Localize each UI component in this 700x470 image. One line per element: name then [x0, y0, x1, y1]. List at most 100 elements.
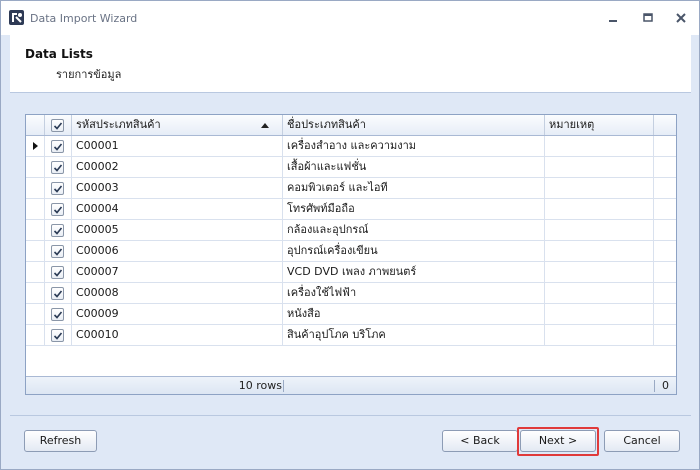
maximize-icon[interactable]: [640, 10, 656, 26]
cell-code[interactable]: C00001: [72, 136, 283, 156]
table-row[interactable]: C00008 เครื่องใช้ไฟฟ้า: [26, 283, 676, 304]
checkbox-checked-icon[interactable]: [51, 182, 64, 195]
row-select-cell[interactable]: [45, 136, 72, 156]
row-select-cell[interactable]: [45, 241, 72, 261]
cell-note[interactable]: [545, 325, 654, 345]
column-header-filler: [654, 115, 676, 135]
header-indicator-cell: [26, 115, 45, 135]
page-subtitle: รายการข้อมูล: [56, 68, 122, 81]
cell-note[interactable]: [545, 220, 654, 240]
column-header-code[interactable]: รหัสประเภทสินค้า: [72, 115, 283, 135]
cell-note[interactable]: [545, 241, 654, 261]
cell-code[interactable]: C00008: [72, 283, 283, 303]
cell-name[interactable]: VCD DVD เพลง ภาพยนตร์: [283, 262, 545, 282]
cell-name[interactable]: สินค้าอุปโภค บริโภค: [283, 325, 545, 345]
header-select-all[interactable]: [45, 115, 72, 135]
wizard-content: รหัสประเภทสินค้า ชื่อประเภทสินค้า หมายเห…: [10, 93, 691, 415]
row-select-cell[interactable]: [45, 304, 72, 324]
checkbox-checked-icon[interactable]: [51, 329, 64, 342]
footer-separator: [654, 380, 655, 392]
row-indicator-cell[interactable]: [26, 136, 45, 156]
table-row[interactable]: C00010 สินค้าอุปโภค บริโภค: [26, 325, 676, 346]
table-row[interactable]: C00007 VCD DVD เพลง ภาพยนตร์: [26, 262, 676, 283]
page-title: Data Lists: [25, 47, 93, 61]
checkbox-checked-icon[interactable]: [51, 266, 64, 279]
checkbox-checked-icon[interactable]: [51, 119, 64, 132]
table-row[interactable]: C00002 เสื้อผ้าและแฟชั่น: [26, 157, 676, 178]
checkbox-checked-icon[interactable]: [51, 287, 64, 300]
sort-ascending-icon: [261, 123, 269, 128]
row-indicator-cell[interactable]: [26, 157, 45, 177]
row-select-cell[interactable]: [45, 178, 72, 198]
current-row-indicator-icon: [33, 142, 38, 150]
refresh-button[interactable]: Refresh: [24, 430, 97, 452]
cell-filler: [654, 199, 676, 219]
row-select-cell[interactable]: [45, 157, 72, 177]
cell-note[interactable]: [545, 157, 654, 177]
cell-note[interactable]: [545, 199, 654, 219]
cell-code[interactable]: C00005: [72, 220, 283, 240]
cell-code[interactable]: C00010: [72, 325, 283, 345]
cell-note[interactable]: [545, 136, 654, 156]
cell-note[interactable]: [545, 283, 654, 303]
cell-code[interactable]: C00002: [72, 157, 283, 177]
checkbox-checked-icon[interactable]: [51, 245, 64, 258]
footer-divider: [10, 415, 691, 416]
cell-note[interactable]: [545, 178, 654, 198]
cell-filler: [654, 136, 676, 156]
checkbox-checked-icon[interactable]: [51, 140, 64, 153]
minimize-icon[interactable]: [605, 10, 621, 26]
cell-filler: [654, 157, 676, 177]
row-indicator-cell[interactable]: [26, 178, 45, 198]
cell-code[interactable]: C00004: [72, 199, 283, 219]
cell-note[interactable]: [545, 262, 654, 282]
row-indicator-cell[interactable]: [26, 262, 45, 282]
row-indicator-cell[interactable]: [26, 325, 45, 345]
row-select-cell[interactable]: [45, 283, 72, 303]
wizard-window: Data Import Wizard Data Lists รายการข้อม…: [0, 0, 700, 470]
cell-note[interactable]: [545, 304, 654, 324]
cell-filler: [654, 325, 676, 345]
cell-name[interactable]: เครื่องใช้ไฟฟ้า: [283, 283, 545, 303]
table-row[interactable]: C00006 อุปกรณ์เครื่องเขียน: [26, 241, 676, 262]
cell-code[interactable]: C00003: [72, 178, 283, 198]
cell-name[interactable]: เครื่องสำอาง และความงาม: [283, 136, 545, 156]
row-select-cell[interactable]: [45, 262, 72, 282]
cell-name[interactable]: คอมพิวเตอร์ และไอที: [283, 178, 545, 198]
cell-name[interactable]: เสื้อผ้าและแฟชั่น: [283, 157, 545, 177]
checkbox-checked-icon[interactable]: [51, 224, 64, 237]
table-row[interactable]: C00009 หนังสือ: [26, 304, 676, 325]
row-indicator-cell[interactable]: [26, 199, 45, 219]
cell-code[interactable]: C00007: [72, 262, 283, 282]
column-header-note[interactable]: หมายเหตุ: [545, 115, 654, 135]
back-button[interactable]: < Back: [442, 430, 518, 452]
row-indicator-cell[interactable]: [26, 220, 45, 240]
cell-filler: [654, 283, 676, 303]
table-row[interactable]: C00003 คอมพิวเตอร์ และไอที: [26, 178, 676, 199]
cell-name[interactable]: โทรศัพท์มือถือ: [283, 199, 545, 219]
table-row[interactable]: C00005 กล้องและอุปกรณ์: [26, 220, 676, 241]
grid-header: รหัสประเภทสินค้า ชื่อประเภทสินค้า หมายเห…: [26, 115, 676, 136]
row-select-cell[interactable]: [45, 325, 72, 345]
row-select-cell[interactable]: [45, 220, 72, 240]
cell-name[interactable]: กล้องและอุปกรณ์: [283, 220, 545, 240]
row-indicator-cell[interactable]: [26, 283, 45, 303]
row-indicator-cell[interactable]: [26, 241, 45, 261]
table-row[interactable]: C00004 โทรศัพท์มือถือ: [26, 199, 676, 220]
table-row[interactable]: C00001 เครื่องสำอาง และความงาม: [26, 136, 676, 157]
column-header-name[interactable]: ชื่อประเภทสินค้า: [283, 115, 545, 135]
row-indicator-cell[interactable]: [26, 304, 45, 324]
wizard-app-icon: [9, 10, 24, 25]
cell-name[interactable]: อุปกรณ์เครื่องเขียน: [283, 241, 545, 261]
cancel-button[interactable]: Cancel: [604, 430, 680, 452]
title-bar: Data Import Wizard: [1, 1, 699, 35]
close-icon[interactable]: [673, 10, 689, 26]
cell-name[interactable]: หนังสือ: [283, 304, 545, 324]
cell-code[interactable]: C00009: [72, 304, 283, 324]
cell-filler: [654, 241, 676, 261]
checkbox-checked-icon[interactable]: [51, 308, 64, 321]
row-select-cell[interactable]: [45, 199, 72, 219]
cell-code[interactable]: C00006: [72, 241, 283, 261]
checkbox-checked-icon[interactable]: [51, 161, 64, 174]
checkbox-checked-icon[interactable]: [51, 203, 64, 216]
